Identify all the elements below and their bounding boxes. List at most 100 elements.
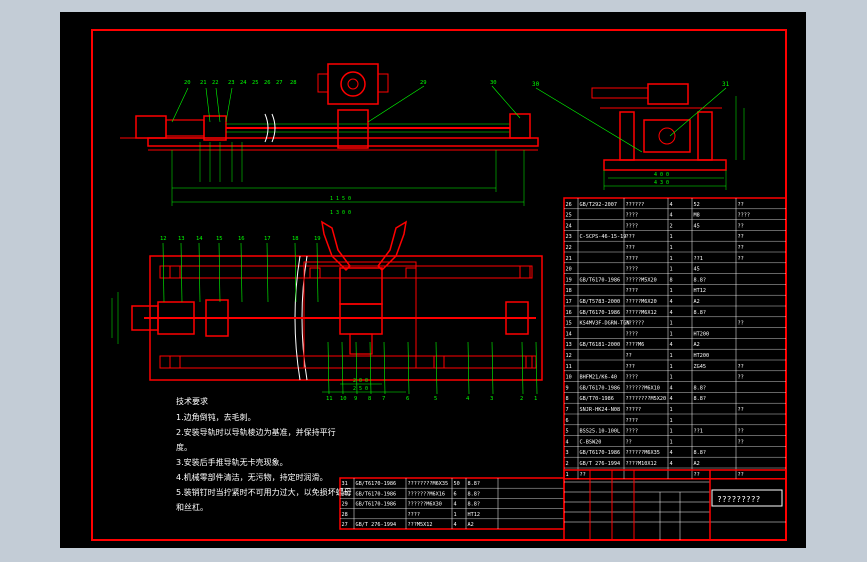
bom-cell-name: ?????? [626,321,645,327]
top-balloon: 17 [264,236,271,242]
bom-bottom-cell-mat: 8.8? [468,481,481,487]
bom-cell-code: GB/T6170-1986 [580,450,621,456]
bom-cell-code: GB/T5783-2000 [580,299,621,305]
front-balloon: 27 [276,80,283,86]
side-dim-outer: 4 3 0 [654,180,669,186]
tech-req-line-6: 5.装销钉时当拧紧时不可用力过大，以免损坏螺母 [176,487,352,497]
front-balloon: 25 [252,80,259,86]
tech-req-line-7: 和丝杠。 [176,502,208,512]
bom-cell-no: 12 [566,353,572,359]
bom-cell-mat: A2 [694,461,700,467]
bom-cell-mat: HT200 [694,331,710,337]
bom-cell-note: ???? [738,213,751,219]
bom-bottom-cell-no: 30 [342,491,348,497]
bom-cell-name: ??????M6X10 [626,385,660,391]
top-balloon: 6 [406,396,409,402]
cad-drawing-viewport[interactable]: 1 1 5 0 1 3 0 0 20 21 22 23 24 25 26 27 28 29 30 4… [60,12,806,548]
front-dim-sub: 1 1 5 0 [330,196,351,202]
bom-cell-code: GB/T6181-2000 [580,342,621,348]
bom-cell-name: ???? [626,223,639,229]
bom-cell-mat: 52 [694,202,700,208]
bom-cell-no: 15 [566,321,572,327]
bom-cell-no: 11 [566,364,572,370]
bom-cell-mat: M8 [694,213,700,219]
front-balloon: 30 [490,80,497,86]
bom-cell-name: ????????M5X20 [626,396,667,402]
bom-cell-mat: HT12 [694,288,707,294]
bom-cell-name: ??????M6X35 [626,450,660,456]
front-motor [135,115,167,139]
bom-cell-qty: 1 [670,256,673,262]
bom-cell-mat: 8.8? [694,277,707,283]
side-gearmotor [647,83,689,105]
bom-cell-mat: 8.8? [694,396,707,402]
bom-cell-code: ?? [580,472,586,478]
bom-cell-name: ???? [626,288,639,294]
bom-cell-qty: 8 [670,277,673,283]
bom-cell-qty: 4 [670,310,673,316]
bom-cell-code: GB/T292-2007 [580,202,617,208]
bom-cell-mat: ??1 [694,256,703,262]
bom-cell-qty: 1 [670,288,673,294]
front-balloon: 24 [240,80,247,86]
top-dim-b: 2 5 0 [353,386,368,392]
top-balloon: 13 [178,236,185,242]
bom-cell-qty: 4 [670,450,673,456]
bom-cell-code: BHFM21/K6-40 [580,375,617,381]
bom-cell-no: 6 [566,418,569,424]
bom-bottom-cell-code: GB/T6170-1986 [356,481,397,487]
bom-cell-no: 24 [566,223,572,229]
gripper-jaw-left [320,220,351,272]
bom-bottom-cell-qty: 1 [454,512,457,518]
bom-cell-name: ????? [626,407,642,413]
title-block-title: ????????? [717,495,761,504]
bom-cell-no: 3 [566,450,569,456]
bom-bottom-cell-qty: 6 [454,491,457,497]
cad-drawing-canvas[interactable]: 1 1 5 0 1 3 0 0 20 21 22 23 24 25 26 27 28 29 30 4… [60,12,806,548]
bom-bottom-cell-name: ???M5X12 [408,522,433,528]
bom-cell-name: ?????M6X12 [626,310,657,316]
bom-cell-qty: 1 [670,439,673,445]
tech-req-line-4: 3.安装后手推导轨无卡壳现象。 [176,457,288,467]
bom-bottom-cell-code: GB/T6170-1986 [356,502,397,508]
bom-cell-code: C-BSW20 [580,439,602,445]
bom-cell-qty: 1 [670,418,673,424]
bom-cell-name: ??? [626,245,635,251]
bom-cell-code: GB/T6170-1986 [580,277,621,283]
front-balloon: 21 [200,80,207,86]
bom-cell-note: ?? [738,223,744,229]
bom-cell-qty: 4 [670,385,673,391]
bom-cell-mat: 8.8? [694,385,707,391]
bom-cell-qty: 4 [670,202,673,208]
top-balloon: 5 [434,396,437,402]
top-balloon: 1 [534,396,537,402]
bom-cell-name: ???? [626,256,639,262]
bom-cell-code: GB/T70-1986 [580,396,614,402]
bom-cell-qty: 1 [670,429,673,435]
bom-cell-qty: 1 [670,245,673,251]
bom-cell-note: ?? [738,407,744,413]
bom-cell-no: 26 [566,202,572,208]
bom-cell-no: 10 [566,375,572,381]
bom-cell-note: ?? [738,364,744,370]
top-balloon: 8 [368,396,371,402]
top-balloon: 9 [354,396,357,402]
front-gearmotor [327,63,379,105]
bom-bottom-cell-no: 27 [342,522,348,528]
bom-cell-mat: ??1 [694,429,703,435]
bom-cell-no: 4 [566,439,569,445]
tech-req-line-5: 4.机械零部件清洁，无污物，持定时润滑。 [176,472,328,482]
top-balloon: 18 [292,236,299,242]
bom-bottom-cell-no: 31 [342,481,348,487]
bom-cell-code: GB/T6170-1986 [580,310,621,316]
bom-cell-qty: 4 [670,213,673,219]
bom-cell-note: ?? [738,321,744,327]
top-balloon: 14 [196,236,203,242]
bom-cell-no: 14 [566,331,572,337]
front-dim-span: 1 3 0 0 [330,210,351,216]
bom-cell-no: 17 [566,299,572,305]
top-dim-a: 2 0 0 [353,378,368,384]
tech-req-title: 技术要求 [176,396,208,406]
bom-cell-note: ?? [738,472,744,478]
top-balloon: 19 [314,236,321,242]
